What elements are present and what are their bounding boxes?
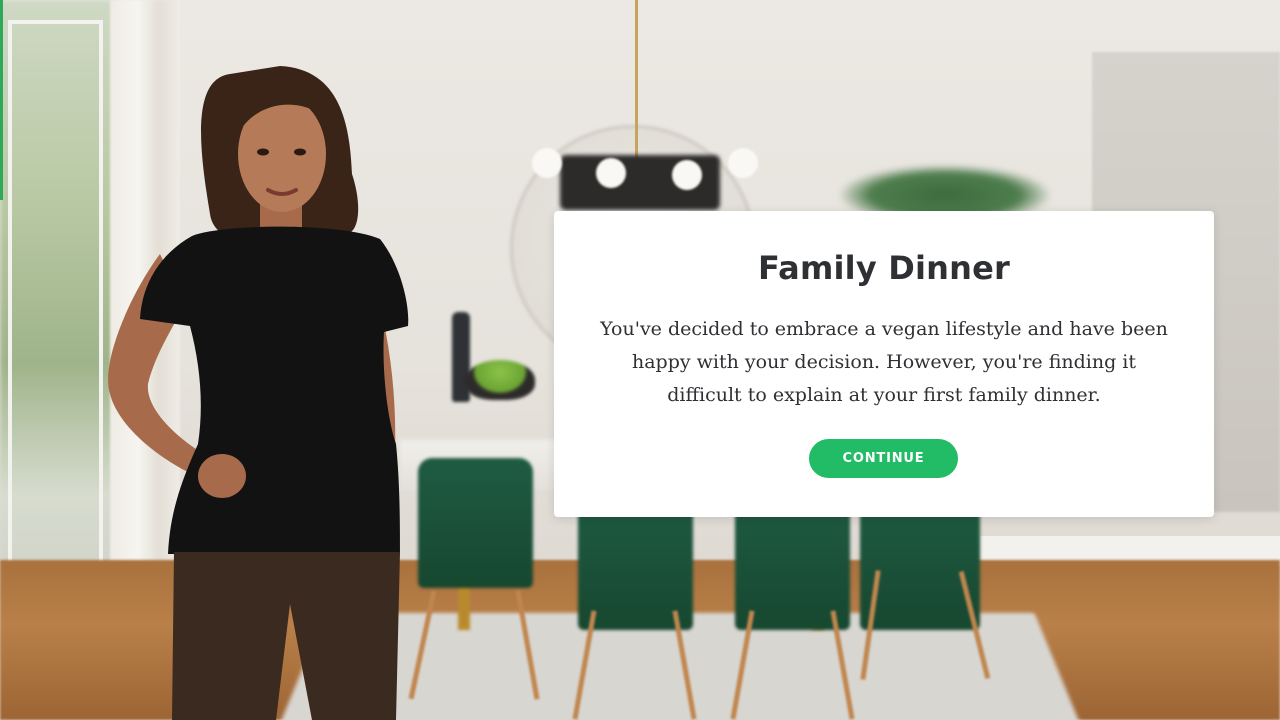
simulation-scene: Family Dinner You've decided to embrace … xyxy=(0,0,1280,720)
dining-chair xyxy=(860,500,980,630)
dialog-title: Family Dinner xyxy=(757,249,1011,287)
dining-chair xyxy=(418,458,533,588)
continue-button[interactable]: CONTINUE xyxy=(809,439,958,478)
character-avatar xyxy=(108,66,409,720)
chandelier-bulb xyxy=(672,160,702,190)
window-frame xyxy=(8,20,103,640)
chandelier-bulb xyxy=(532,148,562,178)
chandelier-bulb xyxy=(728,148,758,178)
chandelier-bulb xyxy=(596,158,626,188)
scenario-dialog: Family Dinner You've decided to embrace … xyxy=(554,211,1214,517)
dialog-body-text: You've decided to embrace a vegan lifest… xyxy=(600,318,1168,406)
fruit-bowl xyxy=(465,360,535,400)
window-edge-accent xyxy=(0,0,3,200)
